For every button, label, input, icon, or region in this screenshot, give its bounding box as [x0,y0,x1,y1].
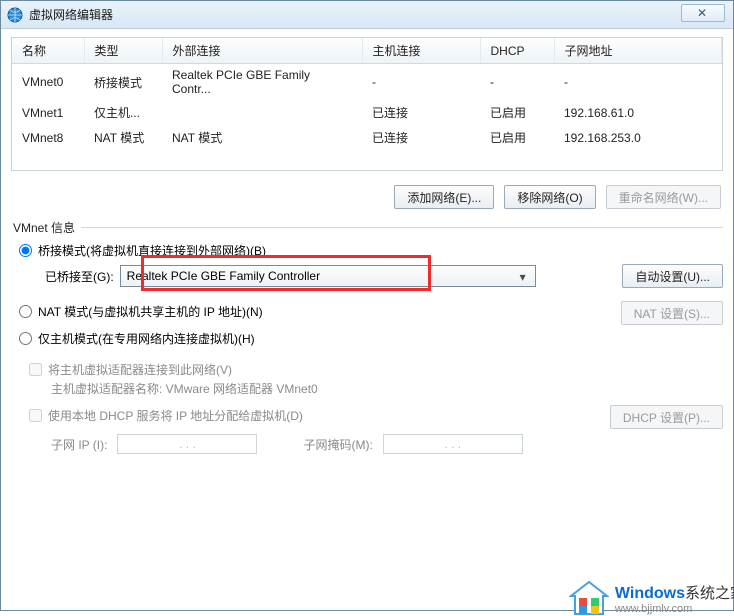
hostonly-mode-radio-row: 仅主机模式(在专用网络内连接虚拟机)(H) [19,330,723,347]
dialog-window: 虚拟网络编辑器 ✕ 名称 类型 外部连接 主机连接 DHCP 子网地址 [0,0,734,611]
nat-mode-radio[interactable] [19,305,32,318]
col-dhcp[interactable]: DHCP [480,38,554,64]
nat-mode-radio-row: NAT 模式(与虚拟机共享主机的 IP 地址)(N) NAT 设置(S)... [19,303,723,320]
connect-host-adapter-row: 将主机虚拟适配器连接到此网络(V) [29,361,723,378]
watermark-url: www.bjjmlv.com [615,603,734,615]
chevron-down-icon: ▾ [515,269,531,285]
table-row[interactable]: VMnet0 桥接模式 Realtek PCIe GBE Family Cont… [12,64,722,101]
window-title: 虚拟网络编辑器 [29,6,113,23]
bridge-mode-radio-row: 桥接模式(将虚拟机直接连接到外部网络)(B) [19,242,723,259]
table-row[interactable]: VMnet8 NAT 模式 NAT 模式 已连接 已启用 192.168.253… [12,125,722,150]
titlebar: 虚拟网络编辑器 ✕ [1,1,733,29]
col-type[interactable]: 类型 [84,38,162,64]
nat-mode-label: NAT 模式(与虚拟机共享主机的 IP 地址)(N) [38,303,263,320]
use-dhcp-row: 使用本地 DHCP 服务将 IP 地址分配给虚拟机(D) DHCP 设置(P).… [29,407,723,424]
add-network-button[interactable]: 添加网络(E)... [394,185,494,209]
rename-network-button: 重命名网络(W)... [606,185,721,209]
table-row[interactable]: VMnet1 仅主机... 已连接 已启用 192.168.61.0 [12,100,722,125]
col-ext[interactable]: 外部连接 [162,38,362,64]
connect-host-adapter-label: 将主机虚拟适配器连接到此网络(V) [48,361,232,378]
use-dhcp-checkbox [29,409,42,422]
subnet-ip-row: 子网 IP (I): . . . 子网掩码(M): . . . [51,434,723,454]
use-dhcp-label: 使用本地 DHCP 服务将 IP 地址分配给虚拟机(D) [48,407,303,424]
divider [81,227,723,228]
subnet-mask-field: . . . [383,434,523,454]
globe-icon [7,7,23,23]
hostonly-mode-label: 仅主机模式(在专用网络内连接虚拟机)(H) [38,330,255,347]
bridge-adapter-select[interactable]: Realtek PCIe GBE Family Controller ▾ [120,265,536,287]
close-button[interactable]: ✕ [681,4,725,22]
auto-settings-button[interactable]: 自动设置(U)... [622,264,723,288]
dhcp-settings-button: DHCP 设置(P)... [610,405,723,429]
table-button-row: 添加网络(E)... 移除网络(O) 重命名网络(W)... [13,185,721,209]
table-empty-area [12,150,722,170]
col-name[interactable]: 名称 [12,38,84,64]
close-icon: ✕ [697,6,709,20]
remove-network-button[interactable]: 移除网络(O) [504,185,595,209]
connect-host-adapter-checkbox [29,363,42,376]
col-host[interactable]: 主机连接 [362,38,480,64]
subnet-mask-label: 子网掩码(M): [303,436,372,453]
vmnet-info-group: VMnet 信息 [13,219,723,236]
host-adapter-hint: 主机虚拟适配器名称: VMware 网络适配器 VMnet0 [51,380,723,397]
bridge-mode-radio[interactable] [19,244,32,257]
nat-settings-button: NAT 设置(S)... [621,301,723,325]
bridge-to-label: 已桥接至(G): [45,268,114,285]
subnet-ip-field: . . . [117,434,257,454]
bridge-to-row: 已桥接至(G): Realtek PCIe GBE Family Control… [45,265,723,287]
subnet-ip-label: 子网 IP (I): [51,436,107,453]
bridge-adapter-value: Realtek PCIe GBE Family Controller [127,269,320,283]
table-header-row: 名称 类型 外部连接 主机连接 DHCP 子网地址 [12,38,722,64]
content-area: 名称 类型 外部连接 主机连接 DHCP 子网地址 VMnet0 桥接模式 Re… [11,37,723,600]
col-subnet[interactable]: 子网地址 [554,38,722,64]
hostonly-mode-radio[interactable] [19,332,32,345]
network-table: 名称 类型 外部连接 主机连接 DHCP 子网地址 VMnet0 桥接模式 Re… [11,37,723,171]
bridge-mode-label: 桥接模式(将虚拟机直接连接到外部网络)(B) [38,242,266,259]
